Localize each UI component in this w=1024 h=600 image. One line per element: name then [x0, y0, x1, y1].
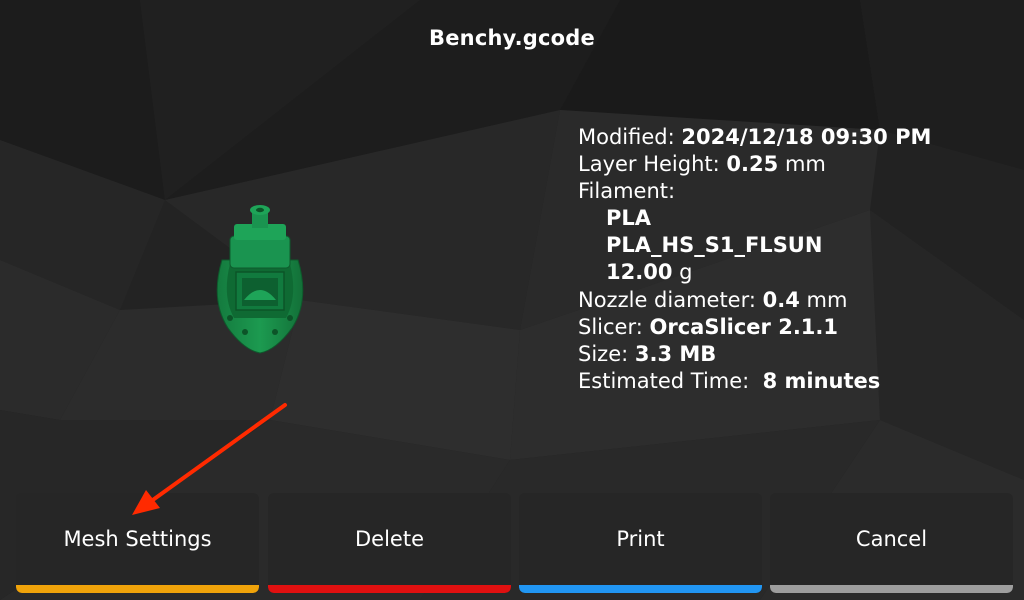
mesh-settings-accent-bar: [16, 585, 259, 593]
filament-name-value: PLA_HS_S1_FLSUN: [606, 233, 823, 258]
filament-name: PLA_HS_S1_FLSUN: [578, 232, 931, 259]
size-label: Size:: [578, 341, 629, 366]
filament-type: PLA: [578, 205, 931, 232]
mesh-settings-button[interactable]: Mesh Settings: [16, 493, 259, 593]
slicer-label: Slicer:: [578, 314, 643, 339]
layer-height-row: Layer Height: 0.25 mm: [578, 151, 931, 178]
modified-label: Modified:: [578, 125, 675, 149]
modified-value: 2024/12/18 09:30 PM: [681, 125, 932, 149]
layer-height-value: 0.25: [726, 152, 779, 177]
filament-type-value: PLA: [606, 206, 652, 231]
action-bar: Mesh Settings Delete Print Cancel: [16, 493, 1013, 593]
print-label: Print: [616, 527, 665, 551]
mesh-settings-label: Mesh Settings: [63, 527, 212, 551]
filament-weight: 12.00 g: [578, 259, 931, 286]
nozzle-unit: mm: [806, 287, 848, 312]
cancel-button[interactable]: Cancel: [770, 493, 1013, 593]
nozzle-value: 0.4: [762, 287, 800, 312]
print-file-screen: Benchy.gcode Modified: 2024/12/18 09:30 …: [0, 0, 1024, 600]
slicer-row: Slicer: OrcaSlicer 2.1.1: [578, 314, 931, 341]
estimated-time-value: 8 minutes: [762, 368, 881, 393]
size-row: Size: 3.3 MB: [578, 341, 931, 368]
delete-accent-bar: [268, 585, 511, 593]
size-value: 3.3 MB: [634, 341, 717, 366]
delete-button[interactable]: Delete: [268, 493, 511, 593]
print-button[interactable]: Print: [519, 493, 762, 593]
layer-height-unit: mm: [784, 152, 826, 177]
filament-label: Filament:: [578, 179, 676, 204]
filament-weight-value: 12.00: [606, 260, 673, 285]
print-accent-bar: [519, 585, 762, 593]
delete-label: Delete: [355, 527, 424, 551]
filament-weight-unit: g: [679, 260, 693, 285]
estimated-time-label: Estimated Time:: [578, 368, 750, 393]
modified-row: Modified: 2024/12/18 09:30 PM: [578, 124, 931, 151]
file-details: Modified: 2024/12/18 09:30 PM Layer Heig…: [578, 124, 931, 395]
estimated-time-row: Estimated Time: 8 minutes: [578, 368, 931, 395]
nozzle-row: Nozzle diameter: 0.4 mm: [578, 287, 931, 314]
nozzle-label: Nozzle diameter:: [578, 287, 756, 312]
file-title: Benchy.gcode: [429, 26, 595, 50]
cancel-accent-bar: [770, 585, 1013, 593]
slicer-value: OrcaSlicer 2.1.1: [649, 314, 839, 339]
cancel-label: Cancel: [855, 527, 928, 551]
benchy-boat-icon: [216, 205, 304, 354]
layer-height-label: Layer Height:: [578, 152, 720, 177]
